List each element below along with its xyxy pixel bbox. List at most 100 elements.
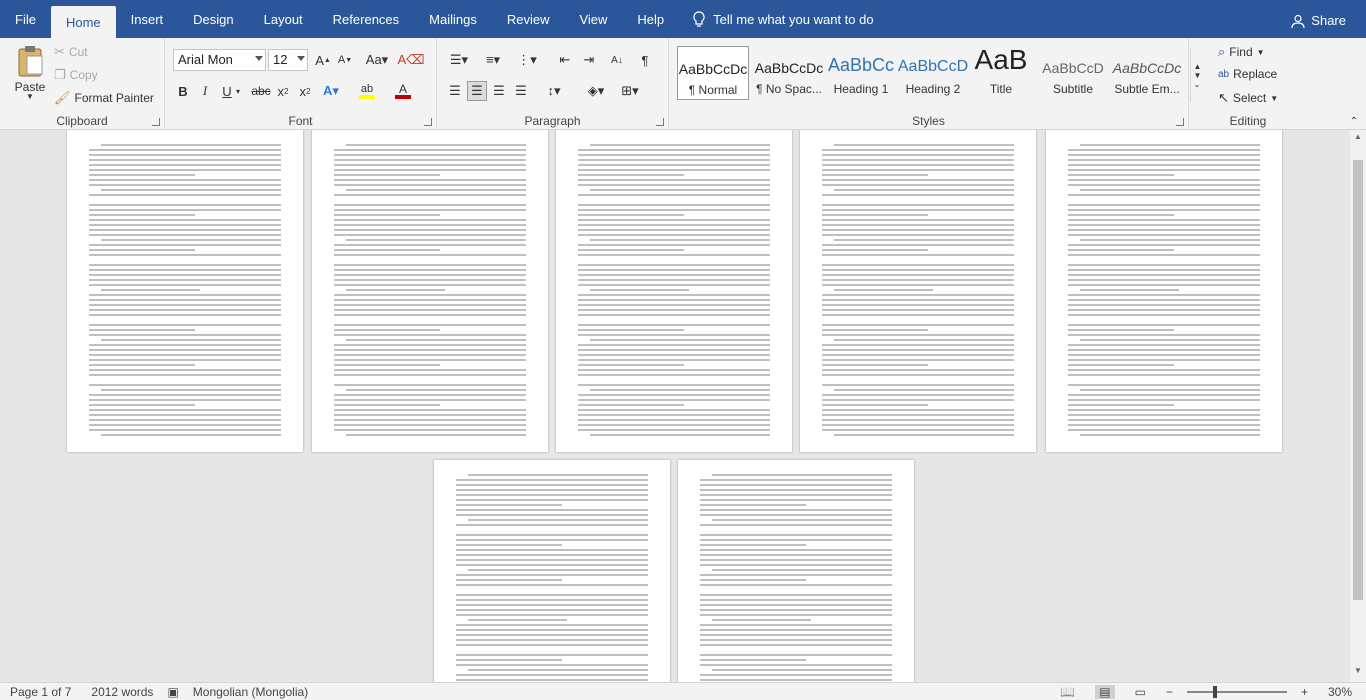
- scrollbar-thumb[interactable]: [1353, 160, 1363, 600]
- font-name-combo[interactable]: Arial Mon: [173, 49, 266, 71]
- strikethrough-icon[interactable]: abc: [251, 81, 271, 101]
- sort-icon[interactable]: A↓: [607, 50, 627, 70]
- line-spacing-icon[interactable]: ↕▾: [541, 81, 567, 101]
- text-effects-icon[interactable]: A▾: [321, 81, 341, 101]
- web-layout-icon[interactable]: ▭: [1135, 685, 1146, 699]
- zoom-out-icon[interactable]: −: [1166, 685, 1173, 699]
- document-canvas[interactable]: [0, 130, 1350, 682]
- text-line: [700, 609, 892, 611]
- scroll-down-icon[interactable]: ▼: [1350, 666, 1366, 680]
- tab-references[interactable]: References: [318, 4, 414, 34]
- text-line: [700, 614, 892, 616]
- format-painter-button[interactable]: 🖌 Format Painter: [54, 90, 154, 106]
- font-dialog-launcher[interactable]: [424, 118, 432, 126]
- text-line: [89, 294, 281, 296]
- zoom-in-icon[interactable]: +: [1301, 685, 1308, 699]
- multilevel-list-icon[interactable]: ⋮▾: [513, 50, 541, 70]
- text-line: [334, 424, 526, 426]
- vertical-scrollbar[interactable]: ▲ ▼: [1350, 130, 1366, 682]
- document-page[interactable]: [800, 130, 1036, 452]
- tab-view[interactable]: View: [564, 4, 622, 34]
- numbering-icon[interactable]: ≡▾: [479, 50, 507, 70]
- align-center-icon[interactable]: ☰: [467, 81, 487, 101]
- subscript-icon[interactable]: x2: [273, 81, 293, 101]
- increase-indent-icon[interactable]: ⇥: [579, 50, 599, 70]
- document-page[interactable]: [434, 460, 670, 682]
- tab-file[interactable]: File: [0, 4, 51, 34]
- text-line: [89, 244, 281, 246]
- text-line: [1068, 329, 1174, 331]
- cut-button[interactable]: ✂ Cut: [54, 44, 88, 60]
- justify-icon[interactable]: ☰: [511, 81, 531, 101]
- replace-button[interactable]: ab Replace: [1218, 67, 1277, 81]
- tab-mailings[interactable]: Mailings: [414, 4, 492, 34]
- shrink-font-icon[interactable]: A ▼: [335, 50, 355, 70]
- shading-icon[interactable]: ◈▾: [583, 81, 609, 101]
- zoom-slider[interactable]: [1186, 685, 1287, 698]
- page-count[interactable]: Page 1 of 7: [10, 685, 71, 699]
- find-button[interactable]: ⌕ Find ▼: [1218, 44, 1265, 60]
- style-heading-2[interactable]: AaBbCcD Heading 2: [897, 46, 969, 100]
- styles-scroll-icon[interactable]: ▲ ▼ ⌄: [1190, 48, 1204, 102]
- share-button[interactable]: Share: [1291, 13, 1346, 28]
- text-line: [822, 184, 1014, 186]
- font-color-icon[interactable]: A: [393, 81, 413, 101]
- tab-design[interactable]: Design: [178, 4, 248, 34]
- zoom-level[interactable]: 30%: [1328, 685, 1352, 699]
- tab-insert[interactable]: Insert: [116, 4, 179, 34]
- language-indicator[interactable]: Mongolian (Mongolia): [193, 685, 308, 699]
- word-count[interactable]: 2012 words: [91, 685, 153, 699]
- text-line: [334, 404, 440, 406]
- style-normal[interactable]: AaBbCcDc ¶ Normal: [677, 46, 749, 100]
- text-line: [578, 154, 770, 156]
- grow-font-icon[interactable]: A ▲: [313, 50, 333, 70]
- document-page[interactable]: [312, 130, 548, 452]
- bullets-icon[interactable]: ☰▾: [445, 50, 473, 70]
- change-case-icon[interactable]: Aa▾: [363, 50, 391, 70]
- style-heading-1[interactable]: AaBbCc Heading 1: [825, 46, 897, 100]
- style-subtitle[interactable]: AaBbCcD Subtitle: [1037, 46, 1109, 100]
- scroll-up-icon[interactable]: ▲: [1350, 132, 1366, 146]
- borders-icon[interactable]: ⊞▾: [617, 81, 643, 101]
- tab-home[interactable]: Home: [50, 6, 116, 38]
- text-line: [578, 314, 770, 316]
- style-no-spacing[interactable]: AaBbCcDc ¶ No Spac...: [753, 46, 825, 100]
- document-page[interactable]: [67, 130, 303, 452]
- read-mode-icon[interactable]: 📖: [1060, 685, 1075, 699]
- select-button[interactable]: ↖ Select ▼: [1218, 90, 1278, 106]
- tell-me-box[interactable]: Tell me what you want to do: [679, 4, 874, 34]
- paste-button[interactable]: Paste ▼: [10, 44, 50, 101]
- tab-layout[interactable]: Layout: [249, 4, 318, 34]
- style-title[interactable]: AaB Title: [965, 46, 1037, 100]
- decrease-indent-icon[interactable]: ⇤: [555, 50, 575, 70]
- document-page[interactable]: [556, 130, 792, 452]
- document-page[interactable]: [1046, 130, 1282, 452]
- tab-review[interactable]: Review: [492, 4, 565, 34]
- clear-formatting-icon[interactable]: A⌫: [397, 50, 424, 70]
- text-line: [1068, 269, 1260, 271]
- text-line: [578, 229, 770, 231]
- proofing-icon[interactable]: ▣: [167, 685, 178, 699]
- tab-help[interactable]: Help: [622, 4, 679, 34]
- collapse-ribbon-icon[interactable]: ⌃: [1346, 114, 1362, 128]
- style-subtle-emphasis[interactable]: AaBbCcDc Subtle Em...: [1111, 46, 1183, 100]
- styles-dialog-launcher[interactable]: [1176, 118, 1184, 126]
- paragraph-dialog-launcher[interactable]: [656, 118, 664, 126]
- text-line: [456, 524, 648, 526]
- text-line: [456, 679, 648, 681]
- align-left-icon[interactable]: ☰: [445, 81, 465, 101]
- document-page[interactable]: [678, 460, 914, 682]
- highlight-icon[interactable]: ab: [357, 81, 377, 101]
- copy-button[interactable]: ❐ Copy: [54, 67, 98, 83]
- bold-icon[interactable]: B: [173, 81, 193, 101]
- zoom-slider-thumb[interactable]: [1212, 685, 1217, 698]
- editing-group: ⌕ Find ▼ ab Replace ↖ Select ▼ Editing: [1208, 38, 1288, 130]
- text-line: [334, 169, 526, 171]
- italic-icon[interactable]: I: [195, 81, 215, 101]
- clipboard-dialog-launcher[interactable]: [152, 118, 160, 126]
- chevron-down-icon[interactable]: ▾: [233, 81, 243, 101]
- print-layout-icon[interactable]: ▤: [1095, 684, 1115, 699]
- align-right-icon[interactable]: ☰: [489, 81, 509, 101]
- superscript-icon[interactable]: x2: [295, 81, 315, 101]
- show-hide-icon[interactable]: ¶: [635, 50, 655, 70]
